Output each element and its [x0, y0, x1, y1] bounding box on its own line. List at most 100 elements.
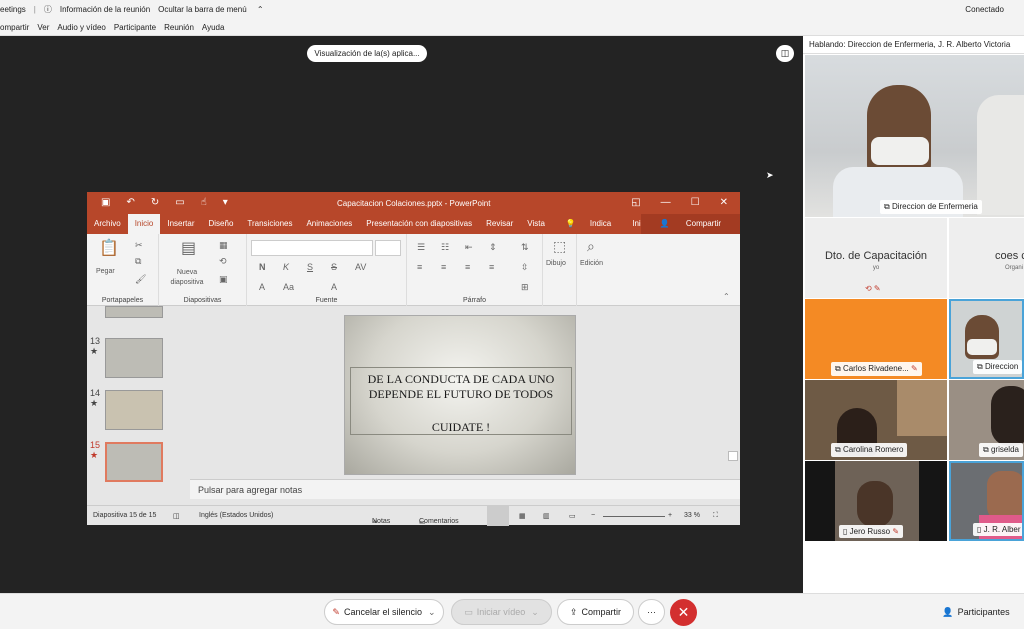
current-slide[interactable]: DE LA CONDUCTA DE CADA UNO DEPENDE EL FU…: [344, 315, 576, 475]
align-center-icon[interactable]: ≡: [441, 262, 446, 272]
meeting-info-link[interactable]: Información de la reunión: [60, 5, 150, 14]
menu-meeting[interactable]: Reunión: [164, 23, 194, 32]
clear-format-icon[interactable]: A: [331, 282, 337, 292]
text-direction-icon[interactable]: ⇅: [521, 242, 529, 253]
video-tile-carolina[interactable]: ⧉ Carolina Romero: [805, 380, 947, 460]
editing-button[interactable]: Edición: [580, 260, 603, 267]
italic-icon[interactable]: K: [283, 262, 289, 272]
zoom-out-icon[interactable]: −: [591, 512, 595, 519]
present-icon[interactable]: ▭: [175, 197, 184, 208]
shapes-icon[interactable]: ⬚: [553, 238, 566, 255]
video-tile-carlos[interactable]: ⧉ Carlos Rivadene... ✎: [805, 299, 947, 379]
hide-menubar-link[interactable]: Ocultar la barra de menú ⌃: [158, 5, 271, 14]
video-tile-direccion[interactable]: ⧉ Direccion: [949, 299, 1024, 379]
start-video-button[interactable]: ▭ Iniciar vídeo ⌄: [451, 599, 552, 625]
layout-icon[interactable]: ◫: [776, 45, 794, 62]
smartart-icon[interactable]: ⊞: [521, 282, 529, 293]
ppt-share-button[interactable]: 👤 Compartir: [640, 214, 740, 234]
spacing-icon[interactable]: AV: [355, 262, 366, 272]
layout-icon[interactable]: ▦: [219, 240, 228, 251]
line-spacing-icon[interactable]: ⇕: [489, 242, 497, 253]
reading-view-icon[interactable]: ▥: [543, 512, 550, 520]
scroll-corner[interactable]: [728, 451, 738, 461]
underline-icon[interactable]: S: [307, 262, 313, 272]
tab-insert[interactable]: Insertar: [160, 214, 201, 234]
slide-thumb-13[interactable]: [105, 338, 163, 378]
drawing-button[interactable]: Dibujo: [546, 260, 566, 267]
tab-design[interactable]: Diseño: [202, 214, 241, 234]
cut-icon[interactable]: ✂: [135, 240, 143, 251]
participants-button[interactable]: 👤 Participantes: [936, 599, 1016, 625]
zoom-in-icon[interactable]: +: [668, 512, 672, 519]
menu-view[interactable]: Ver: [37, 23, 49, 32]
end-meeting-button[interactable]: ✕: [670, 599, 697, 626]
align-text-icon[interactable]: ⇳: [521, 262, 529, 273]
slide-thumb-12[interactable]: [105, 306, 163, 318]
change-case-icon[interactable]: Aa: [283, 282, 294, 292]
zoom-level[interactable]: 33 %: [684, 512, 700, 519]
indent-icon[interactable]: ⇤: [465, 242, 473, 253]
reset-icon[interactable]: ⟲: [219, 256, 227, 267]
font-color-icon[interactable]: A: [259, 282, 265, 292]
copy-icon[interactable]: ⧉: [135, 256, 141, 267]
font-name-input[interactable]: [251, 240, 373, 256]
justify-icon[interactable]: ≡: [489, 262, 494, 272]
unmute-button[interactable]: ✎ Cancelar el silencio ⌄: [324, 599, 444, 625]
slide-thumb-15[interactable]: [105, 442, 163, 482]
save-icon[interactable]: ▣: [101, 197, 110, 208]
video-tile-jero[interactable]: ▯ Jero Russo ✎: [805, 461, 947, 541]
tab-view[interactable]: Vista: [520, 214, 552, 234]
menu-share[interactable]: ompartir: [0, 23, 29, 32]
new-slide-icon[interactable]: ▤: [181, 238, 196, 258]
tab-animations[interactable]: Animaciones: [299, 214, 359, 234]
bullets-icon[interactable]: ☰: [417, 242, 425, 253]
tab-transitions[interactable]: Transiciones: [240, 214, 299, 234]
chevron-down-icon[interactable]: ⌄: [531, 607, 539, 618]
video-tile-main[interactable]: ⧉ Direccion de Enfermeria: [805, 55, 1024, 217]
share-button[interactable]: ⇪ Compartir: [557, 599, 634, 625]
tell-me[interactable]: 💡 Indica: [552, 214, 625, 234]
paste-label[interactable]: Pegar: [96, 268, 115, 275]
menu-audio-video[interactable]: Audio y vídeo: [57, 23, 105, 32]
video-tile-alberto[interactable]: ▯ J. R. Alber: [949, 461, 1024, 541]
meetings-label[interactable]: eetings: [0, 5, 26, 14]
menu-participant[interactable]: Participante: [114, 23, 156, 32]
minimize-icon[interactable]: —: [661, 197, 671, 208]
slide-thumb-14[interactable]: [105, 390, 163, 430]
view-apps-pill[interactable]: Visualización de la(s) aplica...: [307, 45, 427, 62]
sorter-view-icon[interactable]: ▦: [519, 512, 526, 520]
align-left-icon[interactable]: ≡: [417, 262, 422, 272]
paste-icon[interactable]: 📋: [99, 238, 119, 258]
language-label[interactable]: Inglés (Estados Unidos): [199, 512, 273, 519]
align-right-icon[interactable]: ≡: [465, 262, 470, 272]
more-options-button[interactable]: ···: [638, 599, 665, 625]
maximize-icon[interactable]: ☐: [691, 197, 700, 208]
close-icon[interactable]: ✕: [720, 197, 728, 208]
touch-icon[interactable]: ☝: [201, 197, 207, 208]
spellcheck-icon[interactable]: ◫: [173, 512, 180, 520]
video-tile-capacitacion[interactable]: Dto. de Capacitación yo ⟲ ✎: [805, 218, 947, 298]
new-slide-button[interactable]: Nueva diapositiva: [167, 268, 207, 288]
notes-pane[interactable]: Pulsar para agregar notas: [190, 479, 740, 499]
redo-icon[interactable]: ↻: [151, 197, 159, 208]
tab-home[interactable]: Inicio: [127, 214, 161, 234]
font-size-input[interactable]: [375, 240, 401, 256]
undo-icon[interactable]: ↶: [126, 197, 134, 208]
normal-view-icon[interactable]: [487, 506, 509, 526]
find-icon[interactable]: ⌕: [587, 238, 595, 255]
customize-icon[interactable]: ▾: [223, 197, 228, 208]
section-icon[interactable]: ▣: [219, 274, 228, 285]
tab-file[interactable]: Archivo: [87, 214, 128, 234]
menu-help[interactable]: Ayuda: [202, 23, 225, 32]
chevron-down-icon[interactable]: ⌄: [428, 607, 436, 618]
fit-slide-icon[interactable]: ⛶: [713, 512, 718, 520]
slideshow-view-icon[interactable]: ▭: [569, 512, 576, 520]
strikethrough-icon[interactable]: S: [331, 262, 337, 272]
video-tile-coes[interactable]: coes c Organi: [949, 218, 1024, 298]
numbering-icon[interactable]: ☷: [441, 242, 449, 253]
video-tile-griselda[interactable]: ⧉ griselda: [949, 380, 1024, 460]
collapse-ribbon-icon[interactable]: ⌃: [723, 292, 730, 301]
tab-slideshow[interactable]: Presentación con diapositivas: [359, 214, 479, 234]
tab-review[interactable]: Revisar: [479, 214, 520, 234]
zoom-slider[interactable]: [603, 516, 665, 517]
